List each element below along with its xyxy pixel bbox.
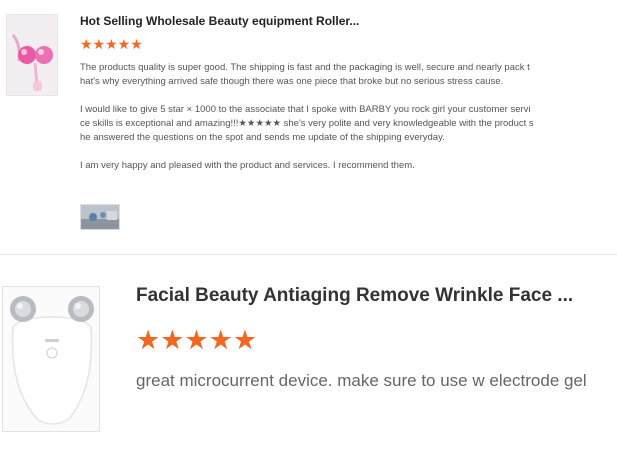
product-title[interactable]: Hot Selling Wholesale Beauty equipment R… xyxy=(80,14,359,28)
star-rating: ★★★★★ xyxy=(80,36,143,52)
product-thumbnail-roller[interactable] xyxy=(6,14,58,96)
review-photo-thumbnail[interactable] xyxy=(80,204,120,230)
product-thumbnail-facial-device[interactable] xyxy=(2,286,100,432)
review-paragraph: I am very happy and pleased with the pro… xyxy=(80,160,415,171)
review-text: great microcurrent device. make sure to … xyxy=(136,371,587,390)
facial-device-image xyxy=(3,287,99,431)
review-photo-image xyxy=(81,205,119,229)
review-card-1: Hot Selling Wholesale Beauty equipment R… xyxy=(0,0,617,250)
roller-product-image xyxy=(7,15,57,95)
review-card-2: Facial Beauty Antiaging Remove Wrinkle F… xyxy=(0,255,617,454)
review-body: The products quality is super good. The … xyxy=(80,61,535,187)
review-paragraph: I would like to give 5 star × 1000 to th… xyxy=(80,104,534,143)
review-paragraph: The products quality is super good. The … xyxy=(80,62,530,87)
product-title[interactable]: Facial Beauty Antiaging Remove Wrinkle F… xyxy=(136,285,573,307)
star-rating: ★★★★★ xyxy=(136,325,258,355)
